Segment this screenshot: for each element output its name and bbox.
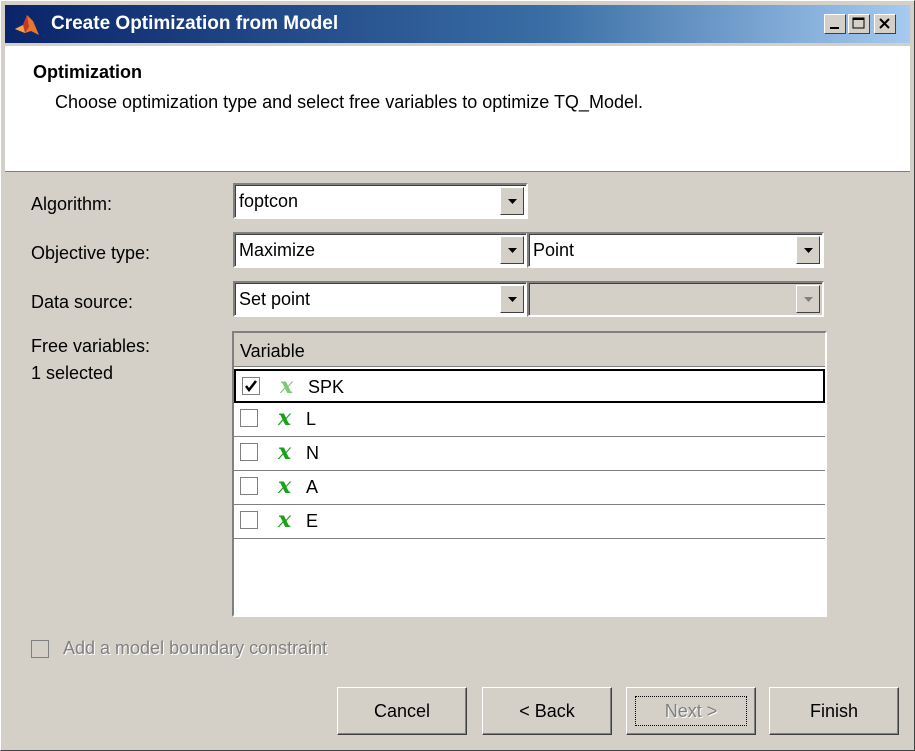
objective-dropdown-button[interactable] bbox=[500, 236, 524, 264]
row-label: L bbox=[306, 409, 317, 429]
algorithm-label: Algorithm: bbox=[31, 194, 113, 214]
column-header-label: Variable bbox=[240, 341, 305, 361]
data-source-select[interactable]: Set point bbox=[233, 281, 528, 317]
maximize-icon bbox=[852, 17, 865, 29]
matlab-membrane-icon bbox=[15, 15, 39, 35]
objective-mode-value: Point bbox=[533, 240, 575, 260]
boundary-constraint-label: Add a model boundary constraint bbox=[63, 638, 328, 658]
row-checkbox[interactable] bbox=[240, 477, 258, 495]
data-source-secondary-dropdown-button bbox=[796, 285, 820, 313]
minimize-button[interactable] bbox=[824, 14, 846, 34]
row-checkbox[interactable] bbox=[240, 511, 258, 529]
chevron-down-icon bbox=[508, 297, 517, 302]
variable-x-icon: x bbox=[278, 405, 292, 431]
table-row[interactable]: x SPK bbox=[234, 369, 825, 403]
free-variables-count: 1 selected bbox=[31, 363, 114, 383]
maximize-button[interactable] bbox=[848, 14, 870, 34]
title-bar[interactable]: Create Optimization from Model bbox=[5, 5, 910, 43]
close-button[interactable] bbox=[874, 14, 896, 34]
row-checkbox[interactable] bbox=[240, 443, 258, 461]
chevron-down-icon bbox=[508, 248, 517, 253]
free-variables-table[interactable]: Variable x SPK x L x N x A x E bbox=[232, 331, 827, 617]
row-label: A bbox=[306, 477, 319, 497]
table-row[interactable]: x E bbox=[234, 505, 825, 539]
next-button: Next > bbox=[626, 687, 756, 735]
table-row[interactable]: x N bbox=[234, 437, 825, 471]
boundary-constraint-checkbox bbox=[31, 640, 49, 658]
row-checkbox[interactable] bbox=[242, 377, 260, 395]
header-panel: Optimization Choose optimization type an… bbox=[5, 46, 910, 172]
dialog-window: Create Optimization from Model Optimizat… bbox=[0, 0, 915, 751]
close-icon bbox=[879, 18, 890, 29]
table-row[interactable]: x A bbox=[234, 471, 825, 505]
variable-x-icon: x bbox=[278, 473, 292, 499]
data-source-secondary-select bbox=[527, 281, 824, 317]
focus-ring bbox=[635, 696, 747, 726]
variable-x-icon: x bbox=[280, 373, 294, 399]
cancel-button[interactable]: Cancel bbox=[337, 687, 467, 735]
objective-type-select[interactable]: Maximize bbox=[233, 232, 528, 268]
checkmark-icon bbox=[245, 380, 257, 393]
back-button[interactable]: < Back bbox=[482, 687, 612, 735]
minimize-icon bbox=[830, 27, 839, 29]
table-header-variable[interactable]: Variable bbox=[234, 333, 825, 367]
algorithm-dropdown-button[interactable] bbox=[500, 187, 524, 215]
objective-type-label: Objective type: bbox=[31, 243, 151, 263]
header-description: Choose optimization type and select free… bbox=[55, 92, 643, 112]
data-source-value: Set point bbox=[239, 289, 311, 309]
chevron-down-icon bbox=[804, 297, 813, 302]
variable-x-icon: x bbox=[278, 439, 292, 465]
objective-mode-select[interactable]: Point bbox=[527, 232, 824, 268]
row-label: E bbox=[306, 511, 319, 531]
data-source-dropdown-button[interactable] bbox=[500, 285, 524, 313]
table-row[interactable]: x L bbox=[234, 403, 825, 437]
row-checkbox[interactable] bbox=[240, 409, 258, 427]
chevron-down-icon bbox=[804, 248, 813, 253]
row-label: N bbox=[306, 443, 319, 463]
objective-mode-dropdown-button[interactable] bbox=[796, 236, 820, 264]
data-source-label: Data source: bbox=[31, 292, 134, 312]
free-variables-label: Free variables: bbox=[31, 336, 151, 356]
finish-button[interactable]: Finish bbox=[769, 687, 899, 735]
row-label: SPK bbox=[308, 377, 345, 397]
algorithm-select[interactable]: foptcon bbox=[233, 183, 528, 219]
chevron-down-icon bbox=[508, 199, 517, 204]
objective-type-value: Maximize bbox=[239, 240, 316, 260]
header-title: Optimization bbox=[33, 62, 142, 82]
algorithm-value: foptcon bbox=[239, 191, 299, 211]
window-title: Create Optimization from Model bbox=[51, 13, 339, 34]
variable-x-icon: x bbox=[278, 507, 292, 533]
